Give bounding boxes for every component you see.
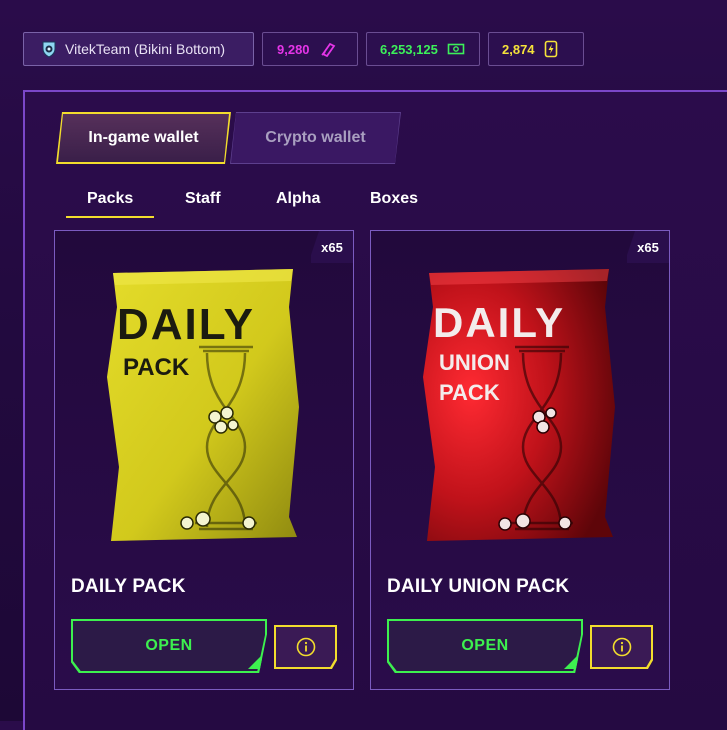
pack-card-daily[interactable]: x65 DAILY PACK DAILY PACK OPEN: [54, 230, 354, 690]
energy-balance[interactable]: 2,874: [488, 32, 584, 66]
pack-card-daily-union[interactable]: x65 DAILY UNION PACK DAILY UNION PACK OP…: [370, 230, 670, 690]
pack-art-line2: PACK: [123, 354, 190, 381]
pack-art-line3: PACK: [439, 380, 500, 405]
cash-icon: [447, 42, 465, 56]
tab-in-game-wallet[interactable]: In-game wallet: [56, 112, 231, 164]
energy-icon: [544, 40, 558, 58]
daily-union-pack-image: DAILY UNION PACK: [423, 269, 615, 541]
pack-title: DAILY PACK: [71, 576, 186, 597]
subtab-packs[interactable]: Packs: [87, 190, 133, 208]
subtab-boxes[interactable]: Boxes: [370, 190, 418, 208]
corner-accent: [564, 655, 578, 669]
info-icon: [296, 637, 316, 657]
team-badge-icon: [40, 40, 58, 58]
pack-info-button[interactable]: [590, 625, 653, 669]
open-button-label: OPEN: [145, 637, 193, 654]
open-pack-button[interactable]: OPEN: [71, 619, 267, 673]
pack-count-badge: x65: [627, 231, 669, 263]
info-icon: [612, 637, 632, 657]
team-name: VitekTeam (Bikini Bottom): [65, 41, 226, 57]
tab-crypto-wallet[interactable]: Crypto wallet: [230, 112, 401, 164]
subtab-staff[interactable]: Staff: [185, 190, 221, 208]
corner-accent: [248, 655, 262, 669]
cash-value: 6,253,125: [380, 41, 438, 57]
pack-info-button[interactable]: [274, 625, 337, 669]
gems-balance[interactable]: 9,280: [262, 32, 358, 66]
gem-icon: [319, 41, 337, 57]
tab-label: Crypto wallet: [265, 129, 366, 146]
team-selector[interactable]: VitekTeam (Bikini Bottom): [23, 32, 254, 66]
pack-count-badge: x65: [311, 231, 353, 263]
daily-pack-image: DAILY PACK: [107, 269, 299, 541]
gems-value: 9,280: [277, 41, 310, 57]
subtab-alpha[interactable]: Alpha: [276, 190, 320, 208]
active-tab-indicator: [66, 216, 154, 218]
open-pack-button[interactable]: OPEN: [387, 619, 583, 673]
pack-art-line1: DAILY: [433, 299, 565, 346]
open-button-label: OPEN: [461, 637, 509, 654]
pack-art-line2: UNION: [439, 350, 510, 375]
pack-title: DAILY UNION PACK: [387, 576, 570, 597]
tab-label: In-game wallet: [88, 129, 199, 146]
shop-panel: In-game wallet Crypto wallet Packs Staff…: [23, 90, 727, 730]
cash-balance[interactable]: 6,253,125: [366, 32, 480, 66]
pack-art-line1: DAILY: [117, 300, 255, 349]
energy-value: 2,874: [502, 41, 535, 57]
